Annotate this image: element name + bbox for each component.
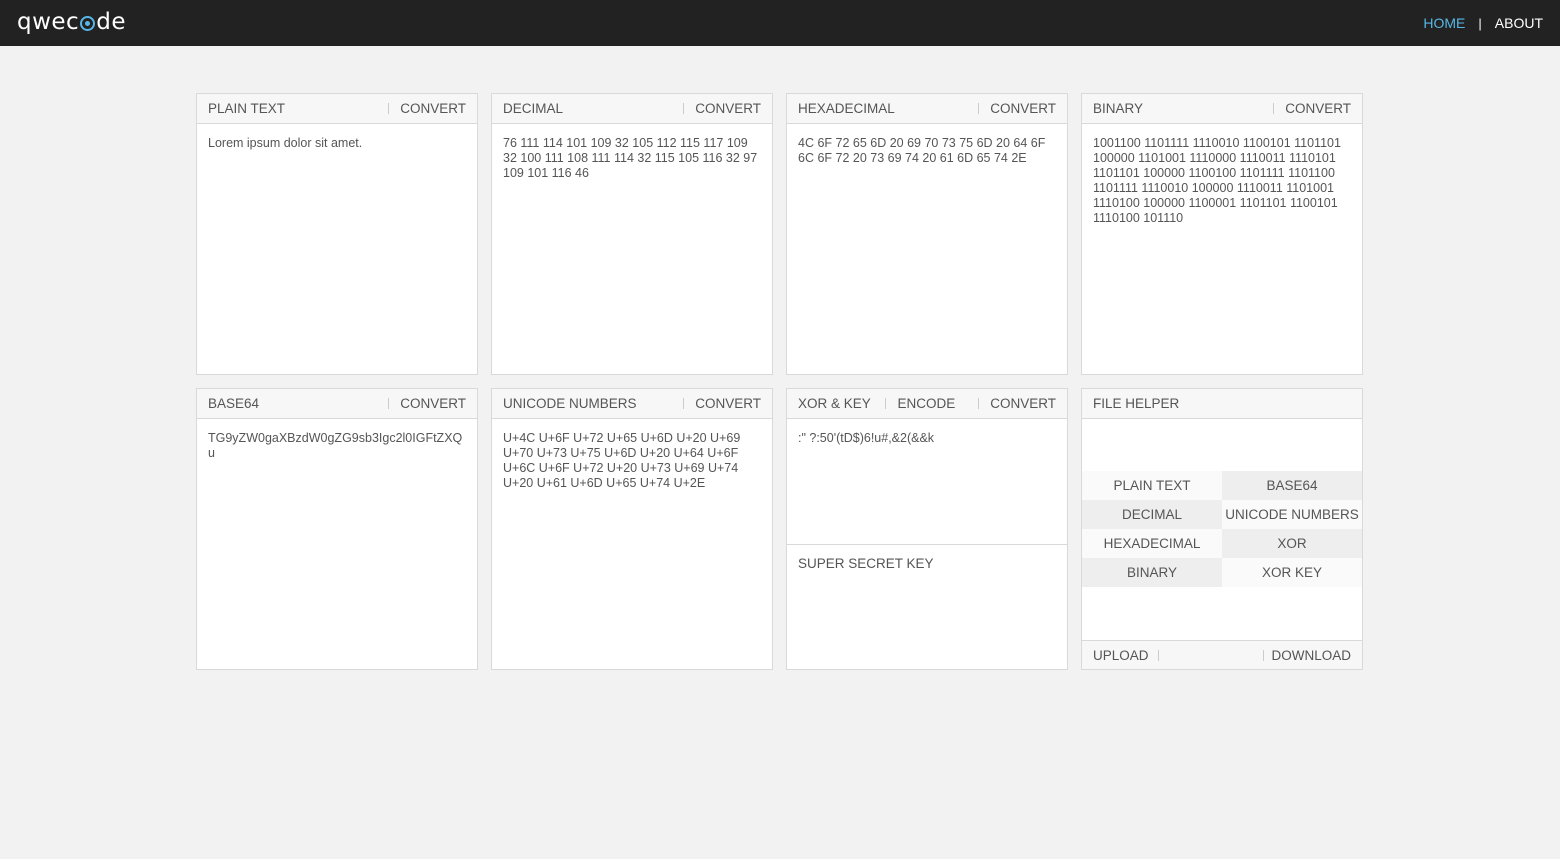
unicode-numbers-input[interactable]: U+4C U+6F U+72 U+65 U+6D U+20 U+69 U+70 …: [492, 419, 772, 503]
panel-title: PLAIN TEXT: [208, 101, 286, 116]
plain-text-panel: PLAIN TEXT CONVERT Lorem ipsum dolor sit…: [196, 93, 478, 375]
panel-title: FILE HELPER: [1093, 396, 1180, 411]
file-helper-footer: UPLOAD DOWNLOAD: [1082, 640, 1362, 669]
convert-button[interactable]: CONVERT: [990, 101, 1056, 116]
panel-header: PLAIN TEXT CONVERT: [197, 94, 477, 124]
divider: [683, 103, 685, 114]
logo-text-start: qwec: [17, 9, 80, 35]
panel-title: UNICODE NUMBERS: [503, 396, 637, 411]
file-helper-panel: FILE HELPER PLAIN TEXT BASE64 DECIMAL UN…: [1081, 388, 1363, 670]
download-button[interactable]: DOWNLOAD: [1271, 648, 1351, 663]
option-row: BINARY XOR KEY: [1082, 558, 1362, 587]
option-row: DECIMAL UNICODE NUMBERS: [1082, 500, 1362, 529]
hexadecimal-panel: HEXADECIMAL CONVERT 4C 6F 72 65 6D 20 69…: [786, 93, 1068, 375]
panel-title: DECIMAL: [503, 101, 564, 116]
divider: [683, 398, 685, 409]
encode-button[interactable]: ENCODE: [897, 396, 955, 411]
xor-input[interactable]: :" ?:50'(tD$)6!u#,&2(&&k: [787, 419, 1067, 458]
plain-text-input[interactable]: Lorem ipsum dolor sit amet.: [197, 124, 477, 163]
panel-title: BINARY: [1093, 101, 1144, 116]
panel-header: BASE64 CONVERT: [197, 389, 477, 419]
divider: [1263, 650, 1264, 661]
option-decimal[interactable]: DECIMAL: [1082, 500, 1222, 529]
panel-header: DECIMAL CONVERT: [492, 94, 772, 124]
binary-panel: BINARY CONVERT 1001100 1101111 1110010 1…: [1081, 93, 1363, 375]
hexadecimal-input[interactable]: 4C 6F 72 65 6D 20 69 70 73 75 6D 20 64 6…: [787, 124, 1067, 178]
panel-header: XOR & KEY ENCODE CONVERT: [787, 389, 1067, 419]
option-binary[interactable]: BINARY: [1082, 558, 1222, 587]
divider: [1158, 650, 1159, 661]
decimal-input[interactable]: 76 111 114 101 109 32 105 112 115 117 10…: [492, 124, 772, 193]
logo-ring-icon: [80, 16, 96, 31]
option-xor-key[interactable]: XOR KEY: [1222, 558, 1362, 587]
base64-panel: BASE64 CONVERT TG9yZW0gaXBzdW0gZG9sb3Igc…: [196, 388, 478, 670]
unicode-numbers-panel: UNICODE NUMBERS CONVERT U+4C U+6F U+72 U…: [491, 388, 773, 670]
panel-title: HEXADECIMAL: [798, 101, 895, 116]
panel-header: BINARY CONVERT: [1082, 94, 1362, 124]
panel-title: BASE64: [208, 396, 260, 411]
nav-about-link[interactable]: ABOUT: [1495, 15, 1543, 31]
convert-button[interactable]: CONVERT: [1285, 101, 1351, 116]
option-plain-text[interactable]: PLAIN TEXT: [1082, 471, 1222, 500]
divider: [978, 398, 980, 409]
divider: [978, 103, 980, 114]
divider: [388, 398, 390, 409]
convert-button[interactable]: CONVERT: [400, 396, 466, 411]
logo-text-end: de: [96, 9, 126, 35]
panel-title: XOR & KEY: [798, 396, 871, 411]
nav-separator: |: [1478, 15, 1482, 31]
main-nav: HOME | ABOUT: [1423, 15, 1543, 31]
upload-button[interactable]: UPLOAD: [1093, 648, 1149, 663]
panel-header: UNICODE NUMBERS CONVERT: [492, 389, 772, 419]
option-unicode-numbers[interactable]: UNICODE NUMBERS: [1222, 500, 1362, 529]
divider: [885, 398, 887, 409]
panel-header: FILE HELPER: [1082, 389, 1362, 419]
option-row: HEXADECIMAL XOR: [1082, 529, 1362, 558]
panel-header: HEXADECIMAL CONVERT: [787, 94, 1067, 124]
convert-button[interactable]: CONVERT: [695, 396, 761, 411]
decimal-panel: DECIMAL CONVERT 76 111 114 101 109 32 10…: [491, 93, 773, 375]
option-row: PLAIN TEXT BASE64: [1082, 471, 1362, 500]
xor-key-panel: XOR & KEY ENCODE CONVERT :" ?:50'(tD$)6!…: [786, 388, 1068, 670]
base64-input[interactable]: TG9yZW0gaXBzdW0gZG9sb3Igc2l0IGFtZXQu: [197, 419, 477, 473]
convert-button[interactable]: CONVERT: [400, 101, 466, 116]
convert-button[interactable]: CONVERT: [990, 396, 1056, 411]
option-xor[interactable]: XOR: [1222, 529, 1362, 558]
xor-key-input[interactable]: SUPER SECRET KEY: [798, 556, 934, 571]
divider: [1273, 103, 1275, 114]
logo[interactable]: qwec de: [17, 9, 126, 35]
divider: [787, 544, 1067, 545]
option-base64[interactable]: BASE64: [1222, 471, 1362, 500]
binary-input[interactable]: 1001100 1101111 1110010 1100101 1101101 …: [1082, 124, 1362, 238]
convert-button[interactable]: CONVERT: [695, 101, 761, 116]
option-hexadecimal[interactable]: HEXADECIMAL: [1082, 529, 1222, 558]
file-type-options: PLAIN TEXT BASE64 DECIMAL UNICODE NUMBER…: [1082, 471, 1362, 587]
top-navbar: qwec de HOME | ABOUT: [0, 0, 1560, 46]
divider: [388, 103, 390, 114]
nav-home-link[interactable]: HOME: [1423, 15, 1465, 31]
